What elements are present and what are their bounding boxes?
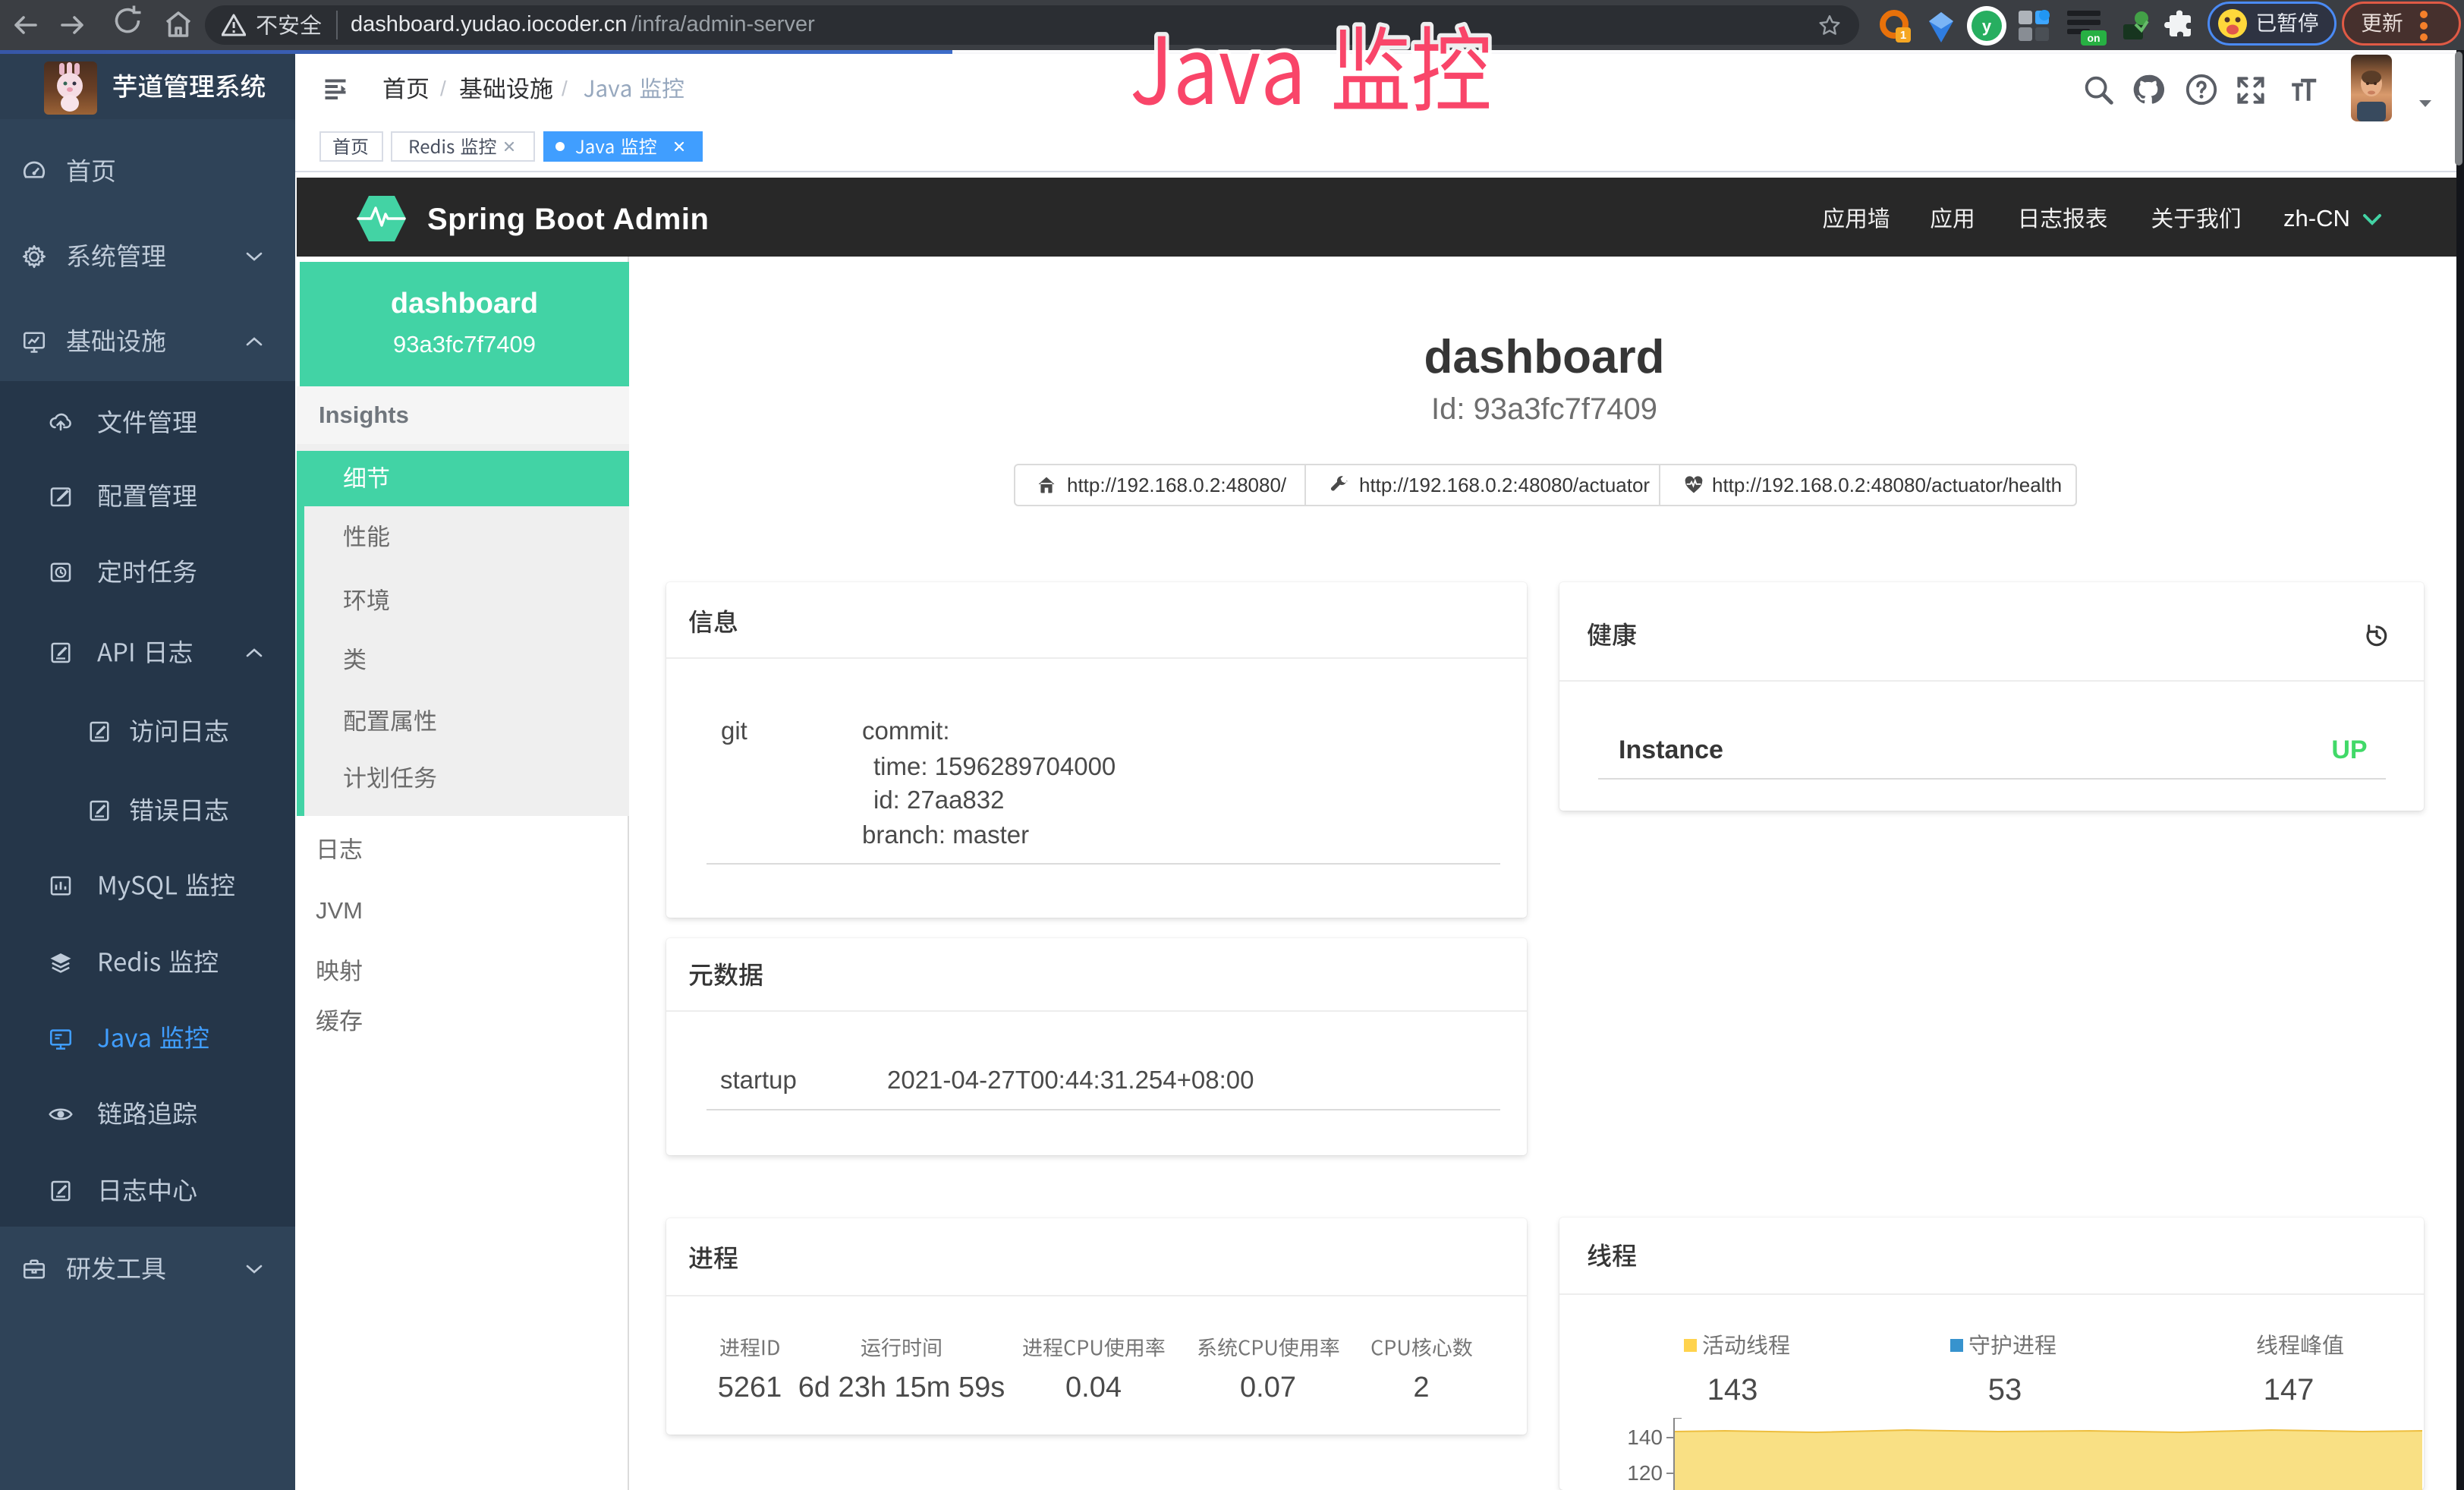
svg-text:1: 1 [1900,29,1906,42]
svg-text:y: y [1982,17,1992,36]
svg-text:on: on [2087,32,2100,44]
